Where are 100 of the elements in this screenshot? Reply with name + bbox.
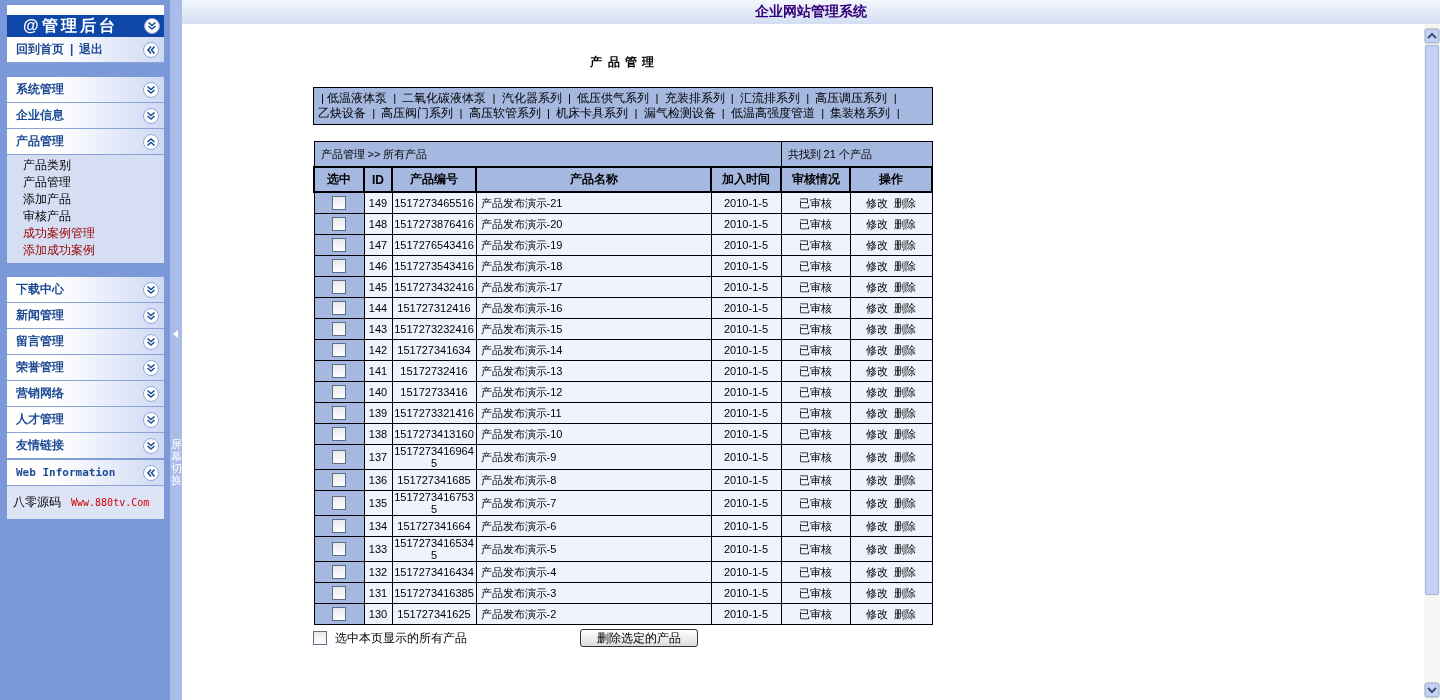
expand-down-icon[interactable] xyxy=(143,359,159,376)
action-link[interactable]: 修改 xyxy=(866,587,889,599)
action-link[interactable]: 修改 xyxy=(866,608,889,620)
action-link[interactable]: 修改 xyxy=(866,407,889,419)
site-link[interactable]: Www.880tv.Com xyxy=(71,497,150,508)
category-link[interactable]: 高压软管系列 xyxy=(468,107,541,119)
delete-button[interactable]: 删除选定的产品 xyxy=(580,629,698,647)
row-checkbox[interactable] xyxy=(332,301,346,316)
action-link[interactable]: 修改 xyxy=(866,365,889,377)
row-checkbox[interactable] xyxy=(332,343,346,358)
category-link[interactable]: 高压调压系列 xyxy=(815,92,888,104)
action-link[interactable]: 删除 xyxy=(894,323,917,335)
row-checkbox[interactable] xyxy=(332,519,346,534)
action-link[interactable]: 删除 xyxy=(894,344,917,356)
action-link[interactable]: 删除 xyxy=(894,386,917,398)
category-link[interactable]: 二氧化碳液体泵 xyxy=(402,92,487,104)
action-link[interactable]: 修改 xyxy=(866,428,889,440)
scroll-down-icon[interactable] xyxy=(1424,682,1440,698)
action-link[interactable]: 删除 xyxy=(894,451,917,463)
collapse-left-icon[interactable] xyxy=(143,464,159,481)
submenu-item[interactable]: 添加成功案例 xyxy=(23,242,95,259)
action-link[interactable]: 修改 xyxy=(866,451,889,463)
action-link[interactable]: 修改 xyxy=(866,386,889,398)
row-checkbox[interactable] xyxy=(332,259,346,274)
action-link[interactable]: 删除 xyxy=(894,497,917,509)
row-checkbox[interactable] xyxy=(332,238,346,253)
action-link[interactable]: 删除 xyxy=(894,566,917,578)
quick-link[interactable]: 退出 xyxy=(79,42,104,56)
action-link[interactable]: 删除 xyxy=(894,281,917,293)
row-checkbox[interactable] xyxy=(332,406,346,421)
row-checkbox[interactable] xyxy=(332,364,346,379)
action-link[interactable]: 修改 xyxy=(866,474,889,486)
row-checkbox[interactable] xyxy=(332,586,346,601)
scroll-thumb[interactable] xyxy=(1425,45,1439,595)
action-link[interactable]: 删除 xyxy=(894,197,917,209)
expand-down-icon[interactable] xyxy=(143,333,159,350)
category-link[interactable]: 汇流排系列 xyxy=(740,92,801,104)
submenu-item[interactable]: 审核产品 xyxy=(23,208,71,225)
action-link[interactable]: 修改 xyxy=(866,197,889,209)
scroll-up-icon[interactable] xyxy=(1424,28,1440,44)
action-link[interactable]: 修改 xyxy=(866,302,889,314)
expand-down-icon[interactable] xyxy=(143,307,159,324)
category-link[interactable]: 漏气检测设备 xyxy=(643,107,716,119)
row-checkbox[interactable] xyxy=(332,473,346,488)
menu-group[interactable]: 友情链接 xyxy=(7,433,164,459)
action-link[interactable]: 修改 xyxy=(866,239,889,251)
row-checkbox[interactable] xyxy=(332,542,346,557)
action-link[interactable]: 修改 xyxy=(866,323,889,335)
action-link[interactable]: 删除 xyxy=(894,520,917,532)
action-link[interactable]: 修改 xyxy=(866,344,889,356)
menu-group[interactable]: 留言管理 xyxy=(7,329,164,355)
submenu-item[interactable]: 添加产品 xyxy=(23,191,71,208)
select-all-checkbox[interactable] xyxy=(313,631,327,645)
action-link[interactable]: 删除 xyxy=(894,365,917,377)
action-link[interactable]: 修改 xyxy=(866,497,889,509)
category-link[interactable]: 低温高强度管道 xyxy=(731,107,816,119)
menu-group[interactable]: 新闻管理 xyxy=(7,303,164,329)
action-link[interactable]: 删除 xyxy=(894,260,917,272)
action-link[interactable]: 删除 xyxy=(894,428,917,440)
collapse-up-icon[interactable] xyxy=(143,133,159,150)
action-link[interactable]: 修改 xyxy=(866,543,889,555)
row-checkbox[interactable] xyxy=(332,607,346,622)
scrollbar[interactable] xyxy=(1424,24,1440,700)
row-checkbox[interactable] xyxy=(332,196,346,211)
action-link[interactable]: 删除 xyxy=(894,302,917,314)
submenu-item[interactable]: 产品类别 xyxy=(23,157,71,174)
action-link[interactable]: 删除 xyxy=(894,218,917,230)
quick-link[interactable]: 回到首页 xyxy=(16,42,64,56)
collapse-left-icon[interactable] xyxy=(143,41,159,58)
row-checkbox[interactable] xyxy=(332,427,346,442)
category-link[interactable]: 低压供气系列 xyxy=(577,92,650,104)
expand-down-icon[interactable] xyxy=(143,385,159,402)
menu-group[interactable]: 人才管理 xyxy=(7,407,164,433)
category-link[interactable]: 机床卡具系列 xyxy=(556,107,629,119)
expand-down-icon[interactable] xyxy=(143,107,159,124)
expand-down-icon[interactable] xyxy=(143,81,159,98)
submenu-item[interactable]: 产品管理 xyxy=(23,174,71,191)
category-link[interactable]: 高压阀门系列 xyxy=(381,107,454,119)
submenu-item[interactable]: 成功案例管理 xyxy=(23,225,95,242)
category-link[interactable]: 充装排系列 xyxy=(664,92,725,104)
action-link[interactable]: 删除 xyxy=(894,474,917,486)
action-link[interactable]: 修改 xyxy=(866,281,889,293)
menu-group[interactable]: 系统管理 xyxy=(7,77,164,103)
category-link[interactable]: 乙炔设备 xyxy=(318,107,366,119)
action-link[interactable]: 修改 xyxy=(866,218,889,230)
row-checkbox[interactable] xyxy=(332,496,346,511)
expand-down-icon[interactable] xyxy=(143,437,159,454)
expand-down-icon[interactable] xyxy=(144,18,160,34)
menu-group[interactable]: 下载中心 xyxy=(7,277,164,303)
category-link[interactable]: 低温液体泵 xyxy=(327,92,387,104)
action-link[interactable]: 删除 xyxy=(894,239,917,251)
row-checkbox[interactable] xyxy=(332,280,346,295)
action-link[interactable]: 删除 xyxy=(894,587,917,599)
action-link[interactable]: 修改 xyxy=(866,520,889,532)
menu-group[interactable]: 产品管理 xyxy=(7,129,164,155)
menu-group[interactable]: 企业信息 xyxy=(7,103,164,129)
action-link[interactable]: 删除 xyxy=(894,608,917,620)
row-checkbox[interactable] xyxy=(332,322,346,337)
row-checkbox[interactable] xyxy=(332,450,346,465)
expand-down-icon[interactable] xyxy=(143,411,159,428)
